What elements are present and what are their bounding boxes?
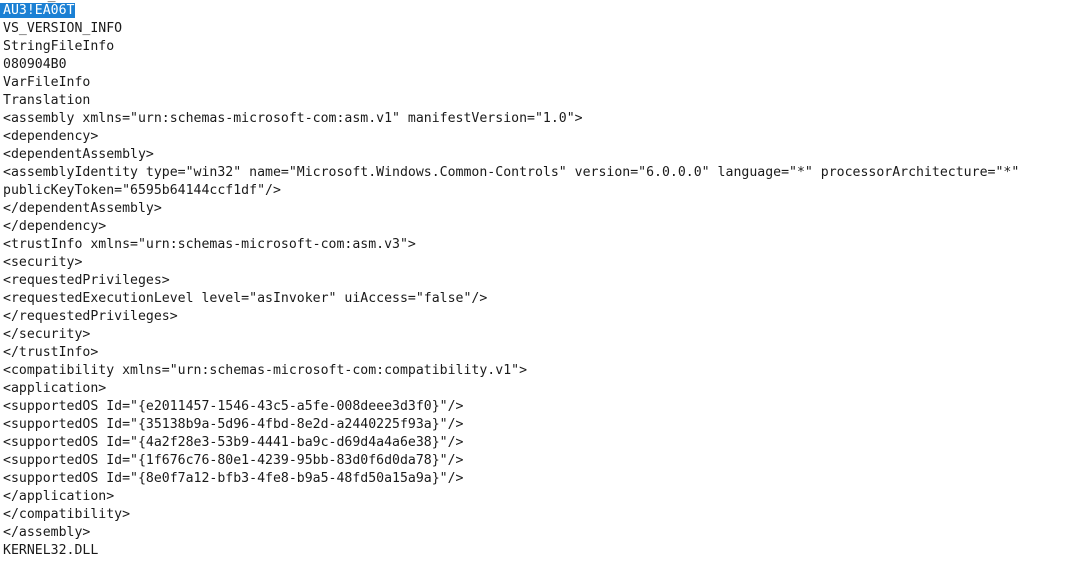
text-line[interactable]: </dependency> — [0, 218, 1075, 236]
text-line[interactable]: <assemblyIdentity type="win32" name="Mic… — [0, 164, 1075, 182]
text-run: </requestedPrivileges> — [3, 309, 178, 324]
text-line[interactable]: <application> — [0, 380, 1075, 398]
text-line[interactable]: StringFileInfo — [0, 38, 1075, 56]
text-run: Translation — [3, 93, 91, 108]
text-run: <supportedOS Id="{1f676c76-80e1-4239-95b… — [3, 453, 464, 468]
text-run: <assembly xmlns="urn:schemas-microsoft-c… — [3, 111, 583, 126]
text-run: <dependentAssembly> — [3, 147, 154, 162]
text-line[interactable]: </security> — [0, 326, 1075, 344]
text-line[interactable]: <supportedOS Id="{1f676c76-80e1-4239-95b… — [0, 452, 1075, 470]
text-line[interactable]: <trustInfo xmlns="urn:schemas-microsoft-… — [0, 236, 1075, 254]
text-run: <dependency> — [3, 129, 99, 144]
text-run: <assemblyIdentity type="win32" name="Mic… — [3, 165, 1020, 180]
text-line[interactable]: </trustInfo> — [0, 344, 1075, 362]
text-line[interactable]: <supportedOS Id="{35138b9a-5d96-4fbd-8e2… — [0, 416, 1075, 434]
text-run: <supportedOS Id="{35138b9a-5d96-4fbd-8e2… — [3, 417, 464, 432]
text-line[interactable]: <assembly xmlns="urn:schemas-microsoft-c… — [0, 110, 1075, 128]
text-line[interactable]: <security> — [0, 254, 1075, 272]
text-run: </application> — [3, 489, 115, 504]
text-line[interactable]: VS_VERSION_INFO — [0, 20, 1075, 38]
text-run: VS_VERSION_INFO — [3, 21, 123, 36]
text-run: </compatibility> — [3, 507, 131, 522]
text-line[interactable]: </requestedPrivileges> — [0, 308, 1075, 326]
text-line[interactable]: <supportedOS Id="{e2011457-1546-43c5-a5f… — [0, 398, 1075, 416]
text-line[interactable]: </assembly> — [0, 524, 1075, 542]
text-run: </trustInfo> — [3, 345, 99, 360]
text-run: </dependency> — [3, 219, 107, 234]
text-line[interactable]: <dependentAssembly> — [0, 146, 1075, 164]
text-run: </dependentAssembly> — [3, 201, 162, 216]
text-run: <supportedOS Id="{e2011457-1546-43c5-a5f… — [3, 399, 464, 414]
text-line[interactable]: <compatibility xmlns="urn:schemas-micros… — [0, 362, 1075, 380]
text-line[interactable]: AU3!EA06T — [0, 2, 1075, 20]
text-line[interactable]: Translation — [0, 92, 1075, 110]
text-line[interactable]: </compatibility> — [0, 506, 1075, 524]
text-run: VarFileInfo — [3, 75, 91, 90]
text-line[interactable]: <requestedPrivileges> — [0, 272, 1075, 290]
text-run: StringFileInfo — [3, 39, 115, 54]
selected-text-run: AU3!EA06T — [0, 3, 76, 18]
text-run: </security> — [3, 327, 91, 342]
text-run: 080904B0 — [3, 57, 67, 72]
text-run: </assembly> — [3, 525, 91, 540]
text-line[interactable]: <dependency> — [0, 128, 1075, 146]
text-line[interactable]: VarFileInfo — [0, 74, 1075, 92]
text-line[interactable]: <supportedOS Id="{4a2f28e3-53b9-4441-ba9… — [0, 434, 1075, 452]
text-line[interactable]: <requestedExecutionLevel level="asInvoke… — [0, 290, 1075, 308]
text-line[interactable]: KERNEL32.DLL — [0, 542, 1075, 560]
text-run: <requestedExecutionLevel level="asInvoke… — [3, 291, 488, 306]
text-run: <requestedPrivileges> — [3, 273, 170, 288]
text-line[interactable]: <supportedOS Id="{8e0f7a12-bfb3-4fe8-b9a… — [0, 470, 1075, 488]
text-run: <compatibility xmlns="urn:schemas-micros… — [3, 363, 528, 378]
text-line[interactable]: 080904B0 — [0, 56, 1075, 74]
text-line-list: AU3!EA06T VS_VERSION_INFO StringFileInfo 08… — [0, 2, 1075, 560]
text-run: publicKeyToken="6595b64144ccf1df"/> — [3, 183, 281, 198]
text-run: <security> — [3, 255, 83, 270]
text-run: KERNEL32.DLL — [3, 543, 99, 558]
text-run: <application> — [3, 381, 107, 396]
text-run: <supportedOS Id="{4a2f28e3-53b9-4441-ba9… — [3, 435, 464, 450]
text-line[interactable]: publicKeyToken="6595b64144ccf1df"/> — [0, 182, 1075, 200]
text-line[interactable]: </application> — [0, 488, 1075, 506]
text-run: <supportedOS Id="{8e0f7a12-bfb3-4fe8-b9a… — [3, 471, 464, 486]
strings-dump-view[interactable]: _ AU3!EA06TVS_VERSION_INFOStringFileInfo… — [0, 0, 1075, 561]
text-line[interactable]: </dependentAssembly> — [0, 200, 1075, 218]
text-run: <trustInfo xmlns="urn:schemas-microsoft-… — [3, 237, 416, 252]
